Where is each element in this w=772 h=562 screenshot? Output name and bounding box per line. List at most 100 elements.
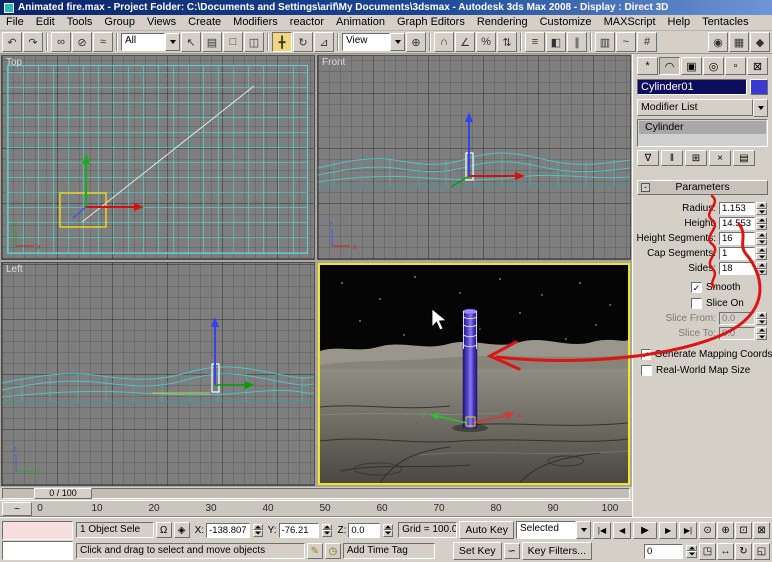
align-button[interactable]: ∥	[567, 32, 587, 52]
spinner-snap-button[interactable]: ⇅	[497, 32, 517, 52]
menu-item-graph-editors[interactable]: Graph Editors	[391, 15, 471, 30]
undo-button[interactable]: ↶	[2, 32, 22, 52]
arc-rotate-button[interactable]: ↻	[735, 542, 752, 560]
material-editor-button[interactable]: ◉	[708, 32, 728, 52]
x-coord-spinner[interactable]	[252, 523, 263, 537]
set-key-button[interactable]: Set Key	[452, 542, 502, 560]
select-and-manipulate-button[interactable]: ⊕	[406, 32, 426, 52]
height-spinner[interactable]	[756, 217, 767, 230]
go-to-start-button[interactable]: |◀	[593, 521, 612, 539]
play-button[interactable]: ▶	[633, 521, 658, 539]
schematic-view-button[interactable]: #	[637, 32, 657, 52]
bind-to-space-warp-button[interactable]: ≈	[93, 32, 113, 52]
zoom-extents-button[interactable]: ⊡	[735, 521, 753, 539]
height-segments-field[interactable]: 16	[719, 232, 755, 245]
show-end-result-button[interactable]: ‖	[661, 150, 683, 166]
cylinder-object[interactable]	[462, 310, 478, 429]
zoom-all-button[interactable]: ⊕	[717, 521, 735, 539]
selection-lock-button[interactable]: Ω	[155, 522, 172, 538]
viewport-left[interactable]: Left y z	[1, 262, 315, 486]
time-tag-clock-button[interactable]: ◷	[324, 543, 341, 559]
height-segments-spinner[interactable]	[756, 232, 767, 245]
menu-item-create[interactable]: Create	[182, 15, 227, 30]
tab-motion[interactable]: ◎	[703, 57, 724, 75]
key-filters-button[interactable]: Key Filters...	[521, 542, 593, 560]
time-tag-pencil-button[interactable]: ✎	[306, 543, 323, 559]
viewport-top-label[interactable]: Top	[6, 57, 22, 68]
quick-render-button[interactable]: ◆	[750, 32, 770, 52]
curve-editor-button[interactable]: ~	[616, 32, 636, 52]
chevron-down-icon[interactable]	[576, 521, 592, 539]
menu-item-rendering[interactable]: Rendering	[471, 15, 534, 30]
absolute-offset-toggle-button[interactable]: ◈	[173, 522, 190, 538]
object-name-field[interactable]: Cylinder01	[637, 79, 747, 95]
generate-mapping-checkbox[interactable]: ✓	[641, 348, 651, 360]
select-and-move-button[interactable]: ╋	[272, 32, 292, 52]
modifier-stack[interactable]: Cylinder	[637, 119, 768, 147]
sides-spinner[interactable]	[756, 262, 767, 275]
configure-modifier-sets-button[interactable]: ▤	[733, 150, 755, 166]
listener-macro-row[interactable]	[2, 521, 73, 540]
time-slider-handle[interactable]: 0 / 100	[34, 488, 92, 499]
top-viewport-canvas[interactable]: x y	[2, 56, 314, 259]
add-time-tag[interactable]: Add Time Tag	[342, 543, 435, 559]
z-coord-spinner[interactable]	[383, 523, 394, 537]
snap-toggle-button[interactable]: ∩	[434, 32, 454, 52]
menu-item-group[interactable]: Group	[98, 15, 141, 30]
y-coord-spinner[interactable]	[322, 523, 333, 537]
menu-item-tools[interactable]: Tools	[61, 15, 99, 30]
go-to-end-button[interactable]: ▶|	[679, 521, 698, 539]
open-mini-curve-editor-button[interactable]: ~	[2, 502, 32, 516]
window-crossing-button[interactable]: ◫	[244, 32, 264, 52]
object-color-swatch[interactable]	[750, 79, 768, 95]
menu-item-file[interactable]: File	[0, 15, 30, 30]
viewport-perspective-active[interactable]: x y	[318, 263, 630, 485]
auto-key-button[interactable]: Auto Key	[459, 521, 515, 539]
percent-snap-button[interactable]: %	[476, 32, 496, 52]
reference-coordinate-dropdown[interactable]: View	[342, 33, 405, 51]
select-and-link-button[interactable]: ∞	[51, 32, 71, 52]
mirror-button[interactable]: ◧	[546, 32, 566, 52]
select-and-scale-button[interactable]: ⊿	[314, 32, 334, 52]
height-field[interactable]: 14.553	[719, 217, 755, 230]
select-object-button[interactable]: ↖	[181, 32, 201, 52]
front-viewport-canvas[interactable]: x z	[318, 56, 630, 259]
perspective-render-canvas[interactable]: x y	[320, 265, 628, 483]
z-coord-field[interactable]: 0.0	[348, 522, 381, 538]
menu-item-edit[interactable]: Edit	[30, 15, 61, 30]
current-time-field[interactable]: 0	[644, 543, 684, 559]
menu-item-modifiers[interactable]: Modifiers	[227, 15, 284, 30]
layer-manager-button[interactable]: ▥	[595, 32, 615, 52]
x-coord-field[interactable]: -138.807	[206, 522, 250, 538]
listener-script-row[interactable]	[2, 541, 73, 560]
chevron-down-icon[interactable]	[390, 33, 405, 51]
cap-segments-field[interactable]: 1	[719, 247, 755, 260]
cap-segments-spinner[interactable]	[756, 247, 767, 260]
left-viewport-canvas[interactable]: y z	[2, 263, 314, 485]
maxscript-mini-listener[interactable]	[2, 521, 73, 560]
slice-on-checkbox[interactable]	[691, 297, 702, 309]
zoom-extents-all-button[interactable]: ⊠	[753, 521, 771, 539]
smooth-checkbox[interactable]: ✓	[691, 281, 702, 293]
pin-stack-button[interactable]: ∇	[637, 150, 659, 166]
pan-button[interactable]: ↔	[717, 542, 734, 560]
viewport-front-label[interactable]: Front	[322, 57, 345, 68]
menu-item-customize[interactable]: Customize	[534, 15, 598, 30]
remove-modifier-button[interactable]: ×	[709, 150, 731, 166]
menu-item-views[interactable]: Views	[141, 15, 182, 30]
collapse-icon[interactable]: -	[641, 183, 650, 192]
previous-frame-button[interactable]: ◀	[613, 521, 632, 539]
menu-item-help[interactable]: Help	[662, 15, 697, 30]
tab-create[interactable]: *	[637, 57, 658, 75]
select-and-rotate-button[interactable]: ↻	[293, 32, 313, 52]
menu-item-reactor[interactable]: reactor	[284, 15, 330, 30]
parameters-rollout-header[interactable]: - Parameters	[637, 180, 768, 195]
current-time-spinner[interactable]	[686, 544, 697, 558]
tab-hierarchy[interactable]: ▣	[681, 57, 702, 75]
track-bar[interactable]: ~ 0 10 20 30 40 50 60 70 80 90 100	[0, 500, 632, 517]
unlink-selection-button[interactable]: ⊘	[72, 32, 92, 52]
select-by-name-button[interactable]: ▤	[202, 32, 222, 52]
viewport-left-label[interactable]: Left	[6, 264, 23, 275]
sides-field[interactable]: 18	[719, 262, 755, 275]
y-coord-field[interactable]: -76.21	[278, 522, 320, 538]
